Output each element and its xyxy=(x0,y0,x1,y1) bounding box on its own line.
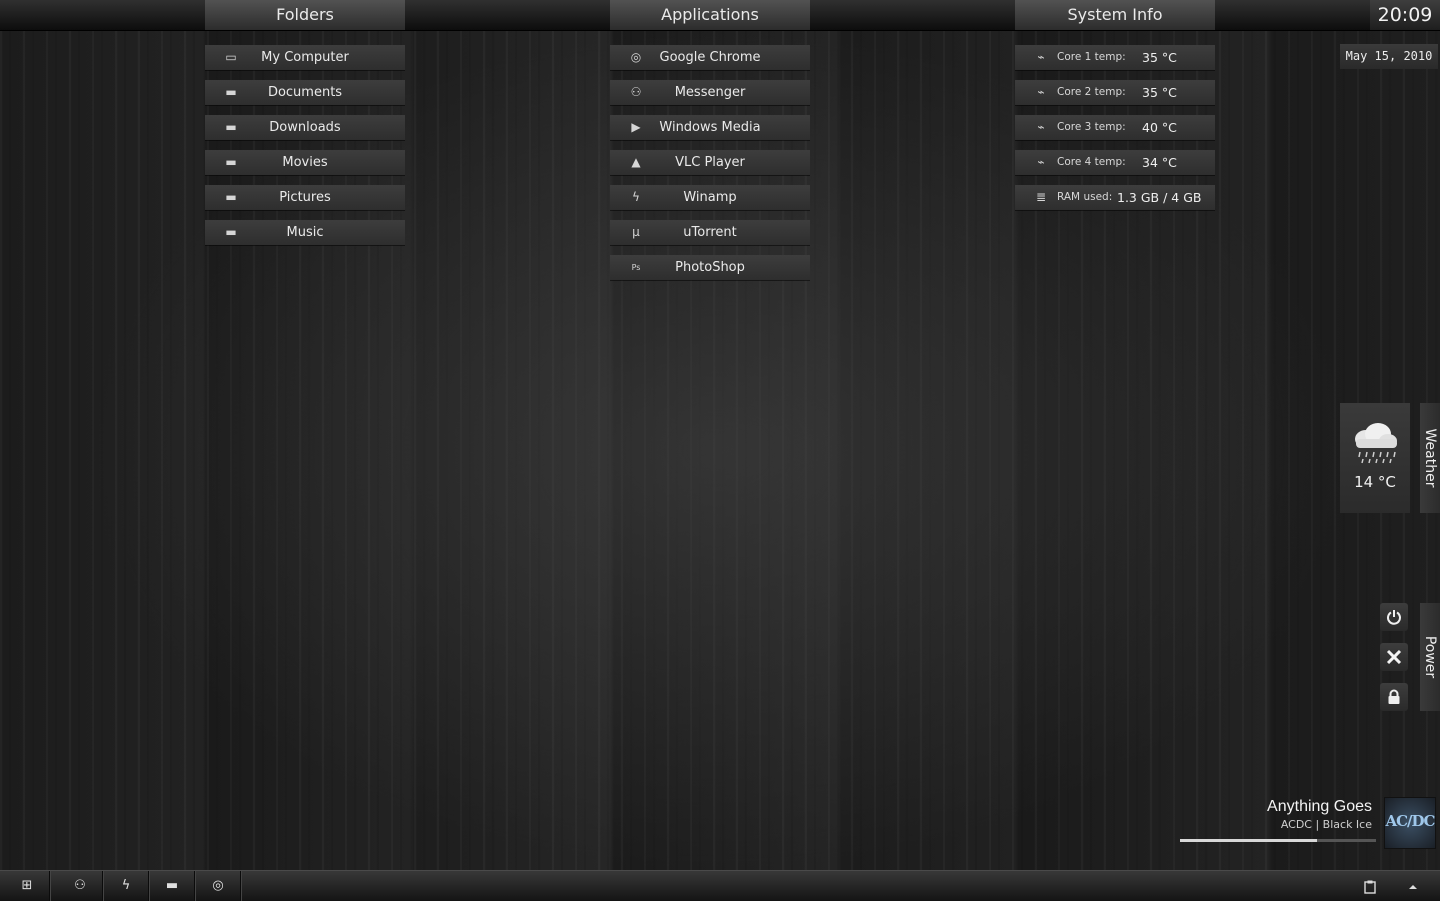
app-item-label: VLC Player xyxy=(675,155,745,170)
app-item-google-chrome[interactable]: ◎ Google Chrome xyxy=(610,45,810,70)
folder-icon: ▬ xyxy=(225,190,237,204)
sysinfo-value: 35 °C xyxy=(1142,85,1177,100)
pulse-icon: ⌁ xyxy=(1037,50,1045,64)
app-item-windows-media[interactable]: ▶ Windows Media xyxy=(610,115,810,140)
app-item-label: Google Chrome xyxy=(659,50,761,65)
messenger-icon: ⚇ xyxy=(630,85,642,99)
folder-icon: ▬ xyxy=(165,878,179,893)
now-playing-subtitle: ACDC | Black Ice xyxy=(1280,818,1372,831)
weather-temperature: 14 °C xyxy=(1354,473,1396,491)
taskbar: ⊞ ⚇ ϟ ▬ ◎ xyxy=(0,870,1440,901)
sysinfo-core1: ⌁ Core 1 temp: 35 °C xyxy=(1015,45,1215,70)
folders-header[interactable]: Folders xyxy=(205,0,405,30)
app-item-label: Messenger xyxy=(674,85,746,100)
folder-item-label: Movies xyxy=(282,155,328,170)
winamp-bolt-icon: ϟ xyxy=(121,878,131,893)
app-item-photoshop[interactable]: Ps PhotoShop xyxy=(610,255,810,280)
taskbar-start-button[interactable]: ⊞ xyxy=(5,871,50,901)
folder-item-documents[interactable]: ▬ Documents xyxy=(205,80,405,105)
album-art-logo: AC/DC xyxy=(1385,812,1435,830)
utorrent-icon: µ xyxy=(632,225,640,239)
rain-cloud-icon xyxy=(1355,423,1397,464)
tray-expand-button[interactable] xyxy=(1408,871,1418,901)
start-icon: ⊞ xyxy=(21,878,33,893)
album-art[interactable]: AC/DC xyxy=(1384,797,1436,849)
chrome-icon: ◎ xyxy=(212,878,224,893)
folder-item-label: Pictures xyxy=(279,190,331,205)
sysinfo-value: 34 °C xyxy=(1142,155,1177,170)
folder-item-label: Documents xyxy=(267,85,343,100)
sysinfo-label: Core 1 temp: xyxy=(1057,51,1126,63)
shutdown-button[interactable] xyxy=(1380,603,1408,631)
pulse-icon: ⌁ xyxy=(1037,155,1045,169)
taskbar-winamp-button[interactable]: ϟ xyxy=(104,871,149,901)
photoshop-icon: Ps xyxy=(631,263,641,272)
winamp-bolt-icon: ϟ xyxy=(632,190,640,204)
play-icon: ▶ xyxy=(631,120,641,134)
app-item-vlc-player[interactable]: ▲ VLC Player xyxy=(610,150,810,175)
folder-item-downloads[interactable]: ▬ Downloads xyxy=(205,115,405,140)
sysinfo-label: Core 2 temp: xyxy=(1057,86,1126,98)
folder-item-label: Downloads xyxy=(269,120,341,135)
logoff-button[interactable] xyxy=(1380,643,1408,671)
folder-item-my-computer[interactable]: ▭ My Computer xyxy=(205,45,405,70)
folder-item-label: My Computer xyxy=(261,50,349,65)
taskbar-messenger-button[interactable]: ⚇ xyxy=(58,871,103,901)
system-info-header[interactable]: System Info xyxy=(1015,0,1215,30)
folder-item-movies[interactable]: ▬ Movies xyxy=(205,150,405,175)
sysinfo-ram: ≣ RAM used: 1.3 GB / 4 GB xyxy=(1015,185,1215,210)
folder-icon: ▬ xyxy=(225,120,237,134)
clock: 20:09 xyxy=(1370,0,1440,30)
taskbar-explorer-button[interactable]: ▬ xyxy=(150,871,195,901)
sysinfo-value: 1.3 GB / 4 GB xyxy=(1117,190,1202,205)
lock-icon xyxy=(1388,689,1400,704)
weather-tab[interactable]: Weather xyxy=(1420,403,1440,513)
vlc-cone-icon: ▲ xyxy=(631,155,641,169)
clipboard-icon xyxy=(1364,880,1376,894)
sysinfo-value: 35 °C xyxy=(1142,50,1177,65)
lock-button[interactable] xyxy=(1380,683,1408,711)
app-item-label: Windows Media xyxy=(659,120,761,135)
chevron-up-icon xyxy=(1409,884,1417,889)
sysinfo-label: Core 3 temp: xyxy=(1057,121,1126,133)
app-item-messenger[interactable]: ⚇ Messenger xyxy=(610,80,810,105)
now-playing-progress-bar[interactable] xyxy=(1180,839,1376,842)
now-playing-title: Anything Goes xyxy=(1267,798,1372,815)
folder-icon: ▬ xyxy=(225,85,237,99)
folder-icon: ▬ xyxy=(225,155,237,169)
date-display: May 15, 2010 xyxy=(1340,44,1438,69)
app-item-winamp[interactable]: ϟ Winamp xyxy=(610,185,810,210)
sysinfo-core2: ⌁ Core 2 temp: 35 °C xyxy=(1015,80,1215,105)
applications-header[interactable]: Applications xyxy=(610,0,810,30)
power-tab-label: Power xyxy=(1422,635,1438,679)
sysinfo-label: RAM used: xyxy=(1057,191,1113,203)
tray-clipboard-button[interactable] xyxy=(1364,871,1376,901)
app-item-label: PhotoShop xyxy=(675,260,745,275)
pulse-icon: ⌁ xyxy=(1037,85,1045,99)
memory-icon: ≣ xyxy=(1035,190,1047,204)
weather-tab-label: Weather xyxy=(1422,428,1438,488)
sysinfo-label: Core 4 temp: xyxy=(1057,156,1126,168)
pulse-icon: ⌁ xyxy=(1037,120,1045,134)
weather-widget[interactable]: 14 °C xyxy=(1340,403,1410,513)
computer-icon: ▭ xyxy=(225,50,237,64)
folder-item-music[interactable]: ▬ Music xyxy=(205,220,405,245)
folder-item-label: Music xyxy=(286,225,324,240)
power-tab[interactable]: Power xyxy=(1420,603,1440,711)
chrome-icon: ◎ xyxy=(630,50,642,64)
app-item-utorrent[interactable]: µ uTorrent xyxy=(610,220,810,245)
taskbar-chrome-button[interactable]: ◎ xyxy=(196,871,241,901)
sysinfo-core3: ⌁ Core 3 temp: 40 °C xyxy=(1015,115,1215,140)
power-icon xyxy=(1387,610,1401,625)
sysinfo-core4: ⌁ Core 4 temp: 34 °C xyxy=(1015,150,1215,175)
folder-icon: ▬ xyxy=(225,225,237,239)
close-icon xyxy=(1386,649,1402,665)
now-playing-progress-fill xyxy=(1180,839,1318,842)
folder-item-pictures[interactable]: ▬ Pictures xyxy=(205,185,405,210)
app-item-label: uTorrent xyxy=(683,225,737,240)
messenger-icon: ⚇ xyxy=(74,878,86,893)
sysinfo-value: 40 °C xyxy=(1142,120,1177,135)
app-item-label: Winamp xyxy=(683,190,737,205)
